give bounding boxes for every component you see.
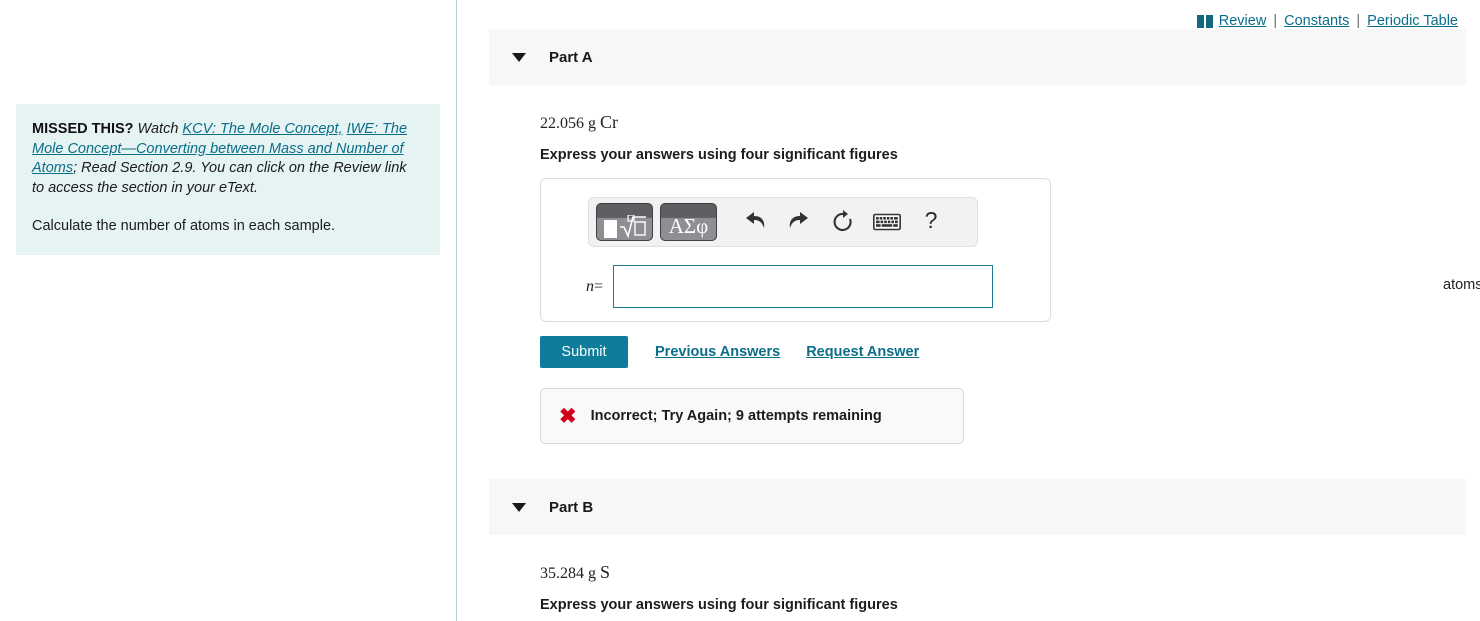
hint-tail-text: ; Read Section 2.9. You can click on the… — [32, 160, 407, 196]
reset-icon[interactable] — [821, 210, 865, 234]
variable-label: n= — [555, 278, 603, 296]
math-template-icon — [603, 214, 646, 238]
periodic-table-link[interactable]: Periodic Table — [1367, 13, 1458, 29]
math-template-button[interactable] — [596, 203, 653, 241]
watch-label: Watch — [137, 121, 179, 137]
book-icon — [1196, 14, 1213, 28]
collapse-caret-icon-part-a[interactable] — [512, 52, 526, 62]
part-a-header[interactable]: Part A — [489, 29, 1466, 85]
constants-link[interactable]: Constants — [1284, 13, 1349, 29]
link-separator-2: | — [1356, 13, 1361, 29]
part-b-title: Part B — [549, 498, 594, 516]
part-b-instruction: Express your answers using four signific… — [540, 597, 898, 613]
part-a-title: Part A — [549, 48, 593, 66]
hint-task-text: Calculate the number of atoms in each sa… — [32, 218, 336, 234]
page-root: MISSED THIS? Watch KCV: The Mole Concept… — [0, 0, 1480, 621]
top-resource-links: Review | Constants | Periodic Table — [1196, 13, 1458, 29]
part-a-answer-box: ΑΣφ ? n= — [540, 178, 1051, 322]
request-answer-link[interactable]: Request Answer — [806, 344, 919, 360]
right-panel: Review | Constants | Periodic Table Part… — [457, 0, 1480, 621]
collapse-caret-icon-part-b[interactable] — [512, 502, 526, 512]
redo-icon[interactable] — [777, 211, 821, 233]
part-b-header[interactable]: Part B — [489, 479, 1466, 535]
submit-button[interactable]: Submit — [540, 336, 628, 368]
part-a-question-value: 22.056 g — [540, 115, 596, 132]
kcv-mole-concept-link[interactable]: KCV: The Mole Concept, — [182, 121, 342, 137]
review-link[interactable]: Review — [1219, 13, 1267, 29]
link-separator-1: | — [1273, 13, 1278, 29]
equals-sign: = — [593, 277, 603, 295]
math-editor-toolbar: ΑΣφ ? — [588, 197, 978, 247]
previous-answers-link[interactable]: Previous Answers — [655, 344, 780, 360]
part-a-actions: Submit Previous Answers Request Answer — [540, 336, 919, 368]
answer-input-row: n= — [541, 265, 1050, 308]
feedback-banner: ✖ Incorrect; Try Again; 9 attempts remai… — [540, 388, 964, 444]
missed-this-label: MISSED THIS? — [32, 121, 134, 137]
undo-icon[interactable] — [733, 211, 777, 233]
part-a-question: 22.056 g Cr — [540, 112, 618, 133]
error-x-icon: ✖ — [559, 404, 577, 428]
hint-text: MISSED THIS? Watch KCV: The Mole Concept… — [32, 120, 422, 198]
variable-name: n — [585, 277, 594, 295]
answer-input[interactable] — [613, 265, 993, 308]
keyboard-icon[interactable] — [865, 213, 909, 231]
help-icon[interactable]: ? — [909, 207, 953, 237]
part-b-question: 35.284 g S — [540, 562, 610, 583]
missed-this-hint-box: MISSED THIS? Watch KCV: The Mole Concept… — [16, 104, 440, 255]
greek-symbols-button[interactable]: ΑΣφ — [660, 203, 717, 241]
part-a-question-symbol: Cr — [600, 112, 618, 132]
part-b-question-value: 35.284 g — [540, 565, 596, 582]
left-panel: MISSED THIS? Watch KCV: The Mole Concept… — [0, 0, 456, 621]
part-b-question-symbol: S — [600, 562, 611, 582]
radical-icon — [619, 215, 646, 238]
answer-units-label: atoms — [1443, 277, 1480, 293]
part-a-instruction: Express your answers using four signific… — [540, 147, 898, 163]
feedback-message: Incorrect; Try Again; 9 attempts remaini… — [590, 408, 882, 424]
